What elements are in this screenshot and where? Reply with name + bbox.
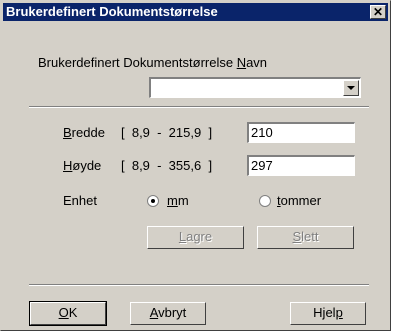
radio-mm-mnemonic: m	[167, 193, 178, 208]
name-combobox[interactable]	[149, 77, 361, 98]
name-label-rest: avn	[246, 55, 268, 70]
radio-mm-rest: m	[177, 193, 189, 208]
separator-top	[29, 106, 369, 108]
width-input[interactable]: 210	[247, 122, 355, 143]
dropdown-button[interactable]	[343, 80, 359, 96]
radio-tommer-label[interactable]: tommer	[277, 193, 321, 208]
width-range: [ 8,9 - 215,9 ]	[121, 125, 213, 140]
width-label: Bredde	[63, 125, 105, 140]
save-mnemonic: L	[178, 229, 187, 244]
window-title: Brukerdefinert Dokumentstørrelse	[6, 4, 218, 19]
custom-size-dialog: Brukerdefinert Dokumentstørrelse ✕ Bruke…	[0, 0, 391, 331]
width-label-mnemonic: B	[63, 125, 72, 140]
height-input[interactable]: 297	[247, 155, 355, 176]
ok-rest: K	[68, 305, 78, 320]
delete-rest: lett	[301, 229, 319, 244]
height-label: Høyde	[63, 158, 101, 173]
name-label-mnemonic: N	[236, 55, 247, 70]
cancel-button[interactable]: Avbryt	[130, 302, 206, 325]
radio-mm[interactable]	[147, 195, 159, 207]
separator-bottom	[29, 284, 369, 286]
cancel-mnemonic: A	[149, 305, 159, 320]
height-label-rest: øyde	[72, 158, 102, 173]
title-bar[interactable]: Brukerdefinert Dokumentstørrelse ✕	[3, 3, 388, 21]
radio-tommer[interactable]	[259, 195, 271, 207]
height-range: [ 8,9 - 355,6 ]	[121, 158, 213, 173]
ok-mnemonic: O	[58, 305, 69, 320]
delete-button[interactable]: Slett	[257, 226, 354, 249]
chevron-down-icon	[347, 86, 355, 90]
close-button[interactable]: ✕	[370, 5, 386, 19]
height-label-mnemonic: H	[63, 158, 73, 173]
cancel-rest: vbryt	[158, 305, 187, 320]
radio-selected-dot	[151, 199, 155, 203]
radio-tommer-rest: ommer	[280, 193, 322, 208]
save-button[interactable]: Lagre	[147, 226, 244, 249]
close-icon: ✕	[372, 5, 384, 19]
help-text: Hjel	[313, 305, 336, 320]
unit-label: Enhet	[63, 193, 97, 208]
name-label: Brukerdefinert Dokumentstørrelse Navn	[38, 55, 267, 70]
ok-button[interactable]: OK	[29, 301, 107, 326]
delete-mnemonic: S	[292, 229, 302, 244]
radio-mm-label[interactable]: mm	[167, 193, 189, 208]
help-mnemonic: p	[335, 305, 343, 320]
name-label-text: Brukerdefinert Dokumentstørrelse	[38, 55, 237, 70]
help-button[interactable]: Hjelp	[290, 302, 366, 325]
width-label-rest: redde	[71, 125, 105, 140]
save-rest: agre	[186, 229, 213, 244]
